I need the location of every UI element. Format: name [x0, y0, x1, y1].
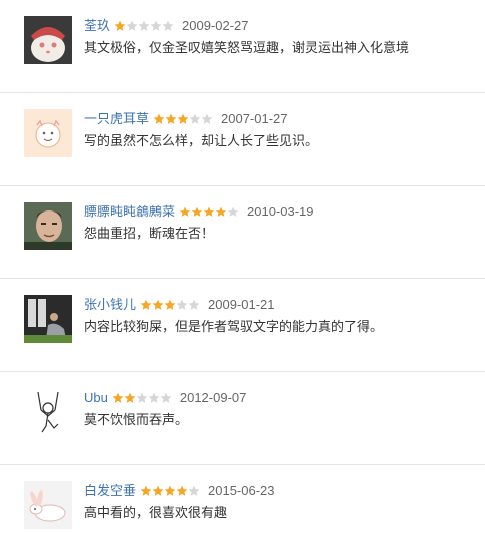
star-empty-icon [148, 392, 160, 403]
star-filled-icon [152, 485, 164, 496]
star-filled-icon [191, 206, 203, 217]
avatar[interactable] [24, 16, 72, 64]
star-filled-icon [140, 485, 152, 496]
star-empty-icon [201, 113, 213, 124]
star-empty-icon [189, 113, 201, 124]
person-window-avatar-icon [24, 295, 72, 343]
face-photo-avatar-icon [24, 202, 72, 250]
comment-text: 莫不饮恨而吞声。 [84, 412, 189, 427]
username-link[interactable]: 荃玖 [84, 17, 110, 35]
comment-list: 荃玖 2009-02-27 其文极俗，仅金圣叹嬉笑怒骂逗趣，谢灵运出神入化意境 … [0, 0, 485, 558]
comment-text: 写的虽然不怎么样，却让人长了些见识。 [84, 133, 319, 148]
rabbit-avatar-icon [24, 481, 72, 529]
star-filled-icon [153, 113, 165, 124]
avatar[interactable] [24, 109, 72, 157]
username-link[interactable]: 一只虎耳草 [84, 110, 149, 128]
comment-date: 2010-03-19 [247, 204, 314, 219]
comment-text: 高中看的，很喜欢很有趣 [84, 505, 228, 520]
comment-date: 2009-02-27 [182, 18, 249, 33]
star-filled-icon [152, 299, 164, 310]
star-empty-icon [138, 20, 150, 31]
star-filled-icon [140, 299, 152, 310]
comment-date: 2012-09-07 [179, 390, 247, 405]
star-filled-icon [176, 485, 188, 496]
username-link[interactable]: 膘膘盹盹鶬鶊菜 [84, 203, 175, 221]
star-empty-icon [227, 206, 239, 217]
cartoon-avatar-icon [24, 109, 72, 157]
star-filled-icon [177, 113, 189, 124]
comment-item: 一只虎耳草 2007-01-27 写的虽然不怎么样，却让人长了些见识。 [0, 93, 485, 186]
username-link[interactable]: Ubu [84, 389, 108, 407]
star-filled-icon [165, 113, 177, 124]
star-filled-icon [114, 20, 126, 31]
username-link[interactable]: 白发空垂 [84, 482, 136, 500]
avatar[interactable] [24, 481, 72, 529]
star-filled-icon [203, 206, 215, 217]
star-empty-icon [136, 392, 148, 403]
avatar[interactable] [24, 295, 72, 343]
star-rating [112, 392, 172, 404]
comment-text: 怨曲重招，断魂在否！ [84, 226, 215, 241]
star-rating [140, 299, 200, 311]
star-rating [114, 20, 174, 32]
star-empty-icon [176, 299, 188, 310]
star-empty-icon [150, 20, 162, 31]
comment-item: 膘膘盹盹鶬鶊菜 2010-03-19 怨曲重招，断魂在否！ [0, 186, 485, 279]
comment-item: Ubu 2012-09-07 莫不饮恨而吞声。 [0, 372, 485, 465]
cat-avatar-icon [24, 16, 72, 64]
star-empty-icon [188, 485, 200, 496]
avatar[interactable] [24, 388, 72, 436]
star-filled-icon [164, 485, 176, 496]
comment-meta: 膘膘盹盹鶬鶊菜 2010-03-19 [84, 203, 314, 221]
comment-item: 张小钱儿 2009-01-21 内容比较狗屎，但是作者驾驭文字的能力真的了得。 [0, 279, 485, 372]
star-filled-icon [215, 206, 227, 217]
star-filled-icon [124, 392, 136, 403]
star-filled-icon [112, 392, 124, 403]
username-link[interactable]: 张小钱儿 [84, 296, 136, 314]
comment-item: 荃玖 2009-02-27 其文极俗，仅金圣叹嬉笑怒骂逗趣，谢灵运出神入化意境 [0, 0, 485, 93]
star-empty-icon [160, 392, 172, 403]
comment-meta: 白发空垂 2015-06-23 [84, 482, 275, 500]
comment-text: 其文极俗，仅金圣叹嬉笑怒骂逗趣，谢灵运出神入化意境 [84, 40, 410, 55]
avatar[interactable] [24, 202, 72, 250]
star-rating [153, 113, 213, 125]
comment-meta: 荃玖 2009-02-27 [84, 17, 249, 35]
star-empty-icon [126, 20, 138, 31]
comment-item: 白发空垂 2015-06-23 高中看的，很喜欢很有趣 [0, 465, 485, 558]
comment-text: 内容比较狗屎，但是作者驾驭文字的能力真的了得。 [84, 319, 384, 334]
swing-figure-avatar-icon [24, 388, 72, 436]
comment-date: 2009-01-21 [208, 297, 275, 312]
comment-meta: 一只虎耳草 2007-01-27 [84, 110, 288, 128]
star-filled-icon [179, 206, 191, 217]
comment-date: 2015-06-23 [208, 483, 275, 498]
comment-meta: 张小钱儿 2009-01-21 [84, 296, 275, 314]
star-filled-icon [164, 299, 176, 310]
star-rating [140, 485, 200, 497]
comment-date: 2007-01-27 [221, 111, 288, 126]
comment-meta: Ubu 2012-09-07 [84, 389, 246, 407]
star-rating [179, 206, 239, 218]
star-empty-icon [188, 299, 200, 310]
star-empty-icon [162, 20, 174, 31]
